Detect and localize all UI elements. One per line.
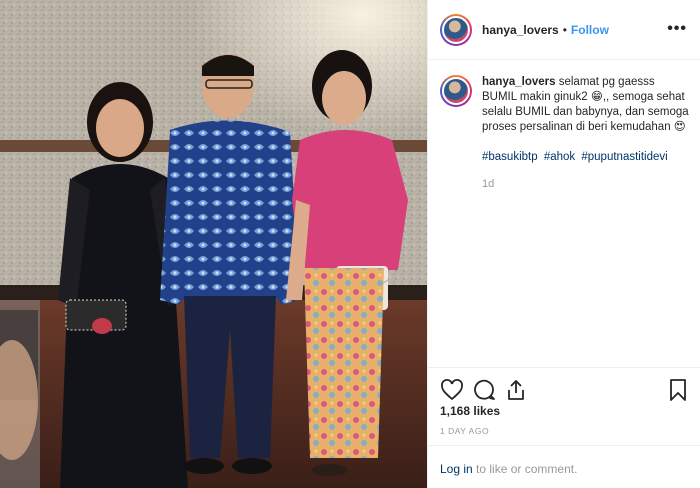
post-header: hanya_lovers • Follow •••	[428, 0, 700, 60]
header-username[interactable]: hanya_lovers	[482, 23, 559, 37]
caption-avatar-ring[interactable]	[440, 75, 472, 107]
avatar[interactable]	[442, 77, 470, 105]
more-horizontal-icon[interactable]: •••	[667, 21, 687, 37]
hashtag-link[interactable]: #ahok	[544, 151, 575, 163]
post-photo[interactable]	[0, 0, 427, 488]
post-timestamp[interactable]: 1 DAY AGO	[440, 426, 489, 436]
bookmark-icon[interactable]	[666, 378, 690, 402]
like-count[interactable]: 1,168 likes	[440, 404, 500, 418]
action-bar	[428, 367, 700, 407]
post-side-panel: hanya_lovers • Follow ••• hanya_lovers s…	[427, 0, 700, 488]
avatar[interactable]	[442, 15, 470, 44]
post-image	[0, 0, 427, 488]
caption-section: hanya_lovers selamat pg gaesss BUMIL mak…	[428, 61, 700, 367]
heart-icon[interactable]	[440, 378, 464, 402]
hashtag-link[interactable]: #puputnastitidevi	[581, 151, 667, 163]
caption-timestamp[interactable]: 1d	[482, 177, 689, 192]
header-separator: •	[562, 22, 567, 37]
profile-avatar-ring[interactable]	[440, 13, 472, 46]
instagram-post: hanya_lovers • Follow ••• hanya_lovers s…	[0, 0, 700, 488]
caption-text: hanya_lovers selamat pg gaesss BUMIL mak…	[482, 75, 689, 135]
follow-button[interactable]: Follow	[571, 23, 609, 37]
share-icon[interactable]	[504, 378, 528, 402]
comment-bar: Log in to like or comment.	[428, 445, 700, 488]
caption-username[interactable]: hanya_lovers	[482, 76, 556, 88]
hashtag-link[interactable]: #basukibtp	[482, 151, 538, 163]
caption-body: hanya_lovers selamat pg gaesss BUMIL mak…	[482, 75, 689, 367]
comment-icon[interactable]	[472, 378, 496, 402]
hashtag-list: #basukibtp #ahok #puputnastitidevi	[482, 150, 689, 165]
login-link[interactable]: Log in	[440, 462, 473, 476]
comment-prompt: to like or comment.	[472, 462, 578, 476]
